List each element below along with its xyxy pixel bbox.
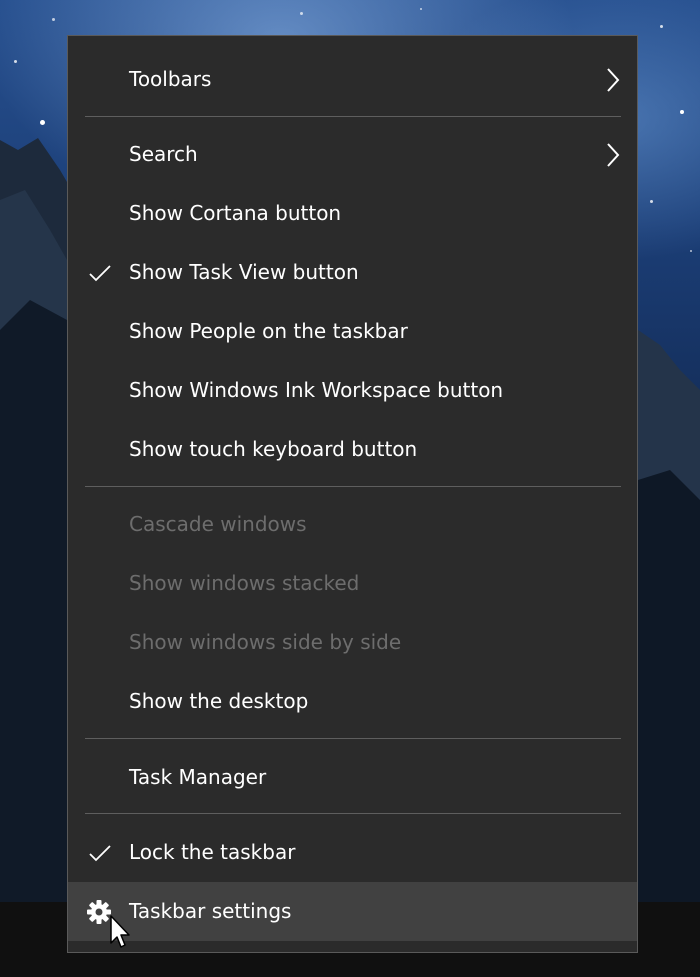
menu-separator <box>85 813 621 814</box>
chevron-right-icon <box>607 68 620 92</box>
menu-separator <box>85 486 621 487</box>
menu-item-show-touch-keyboard[interactable]: Show touch keyboard button <box>68 420 637 479</box>
mouse-cursor-icon <box>110 915 130 948</box>
menu-item-label: Show Windows Ink Workspace button <box>129 378 504 402</box>
menu-separator <box>85 116 621 117</box>
menu-item-cascade-windows: Cascade windows <box>68 495 637 554</box>
menu-item-show-cortana-button[interactable]: Show Cortana button <box>68 184 637 243</box>
menu-item-task-manager[interactable]: Task Manager <box>68 748 637 807</box>
menu-item-show-task-view-button[interactable]: Show Task View button <box>68 243 637 302</box>
menu-item-show-windows-stacked: Show windows stacked <box>68 554 637 613</box>
menu-item-label: Show windows side by side <box>129 630 402 654</box>
checkmark-icon <box>89 265 111 282</box>
checkmark-icon <box>89 845 111 862</box>
menu-item-show-windows-side-by-side: Show windows side by side <box>68 613 637 672</box>
menu-item-label: Task Manager <box>129 765 267 789</box>
menu-item-label: Show Cortana button <box>129 201 342 225</box>
menu-item-toolbars[interactable]: Toolbars <box>68 50 637 109</box>
menu-item-label: Cascade windows <box>129 512 307 536</box>
menu-item-label: Show windows stacked <box>129 571 360 595</box>
chevron-right-icon <box>607 143 620 167</box>
menu-item-label: Show the desktop <box>129 689 309 713</box>
menu-item-label: Toolbars <box>129 67 212 91</box>
menu-item-lock-the-taskbar[interactable]: Lock the taskbar <box>68 823 637 882</box>
menu-item-label: Show People on the taskbar <box>129 319 408 343</box>
menu-item-label: Show Task View button <box>129 260 359 284</box>
menu-item-label: Taskbar settings <box>129 899 292 923</box>
gear-icon <box>87 900 111 924</box>
menu-item-show-people[interactable]: Show People on the taskbar <box>68 302 637 361</box>
menu-item-search[interactable]: Search <box>68 125 637 184</box>
menu-item-label: Lock the taskbar <box>129 840 296 864</box>
menu-item-label: Show touch keyboard button <box>129 437 418 461</box>
menu-item-taskbar-settings[interactable]: Taskbar settings <box>68 882 637 941</box>
menu-separator <box>85 738 621 739</box>
menu-item-label: Search <box>129 142 198 166</box>
menu-item-show-the-desktop[interactable]: Show the desktop <box>68 672 637 731</box>
taskbar-context-menu: Toolbars Search Show Cortana button Show… <box>67 35 638 953</box>
menu-item-show-windows-ink[interactable]: Show Windows Ink Workspace button <box>68 361 637 420</box>
